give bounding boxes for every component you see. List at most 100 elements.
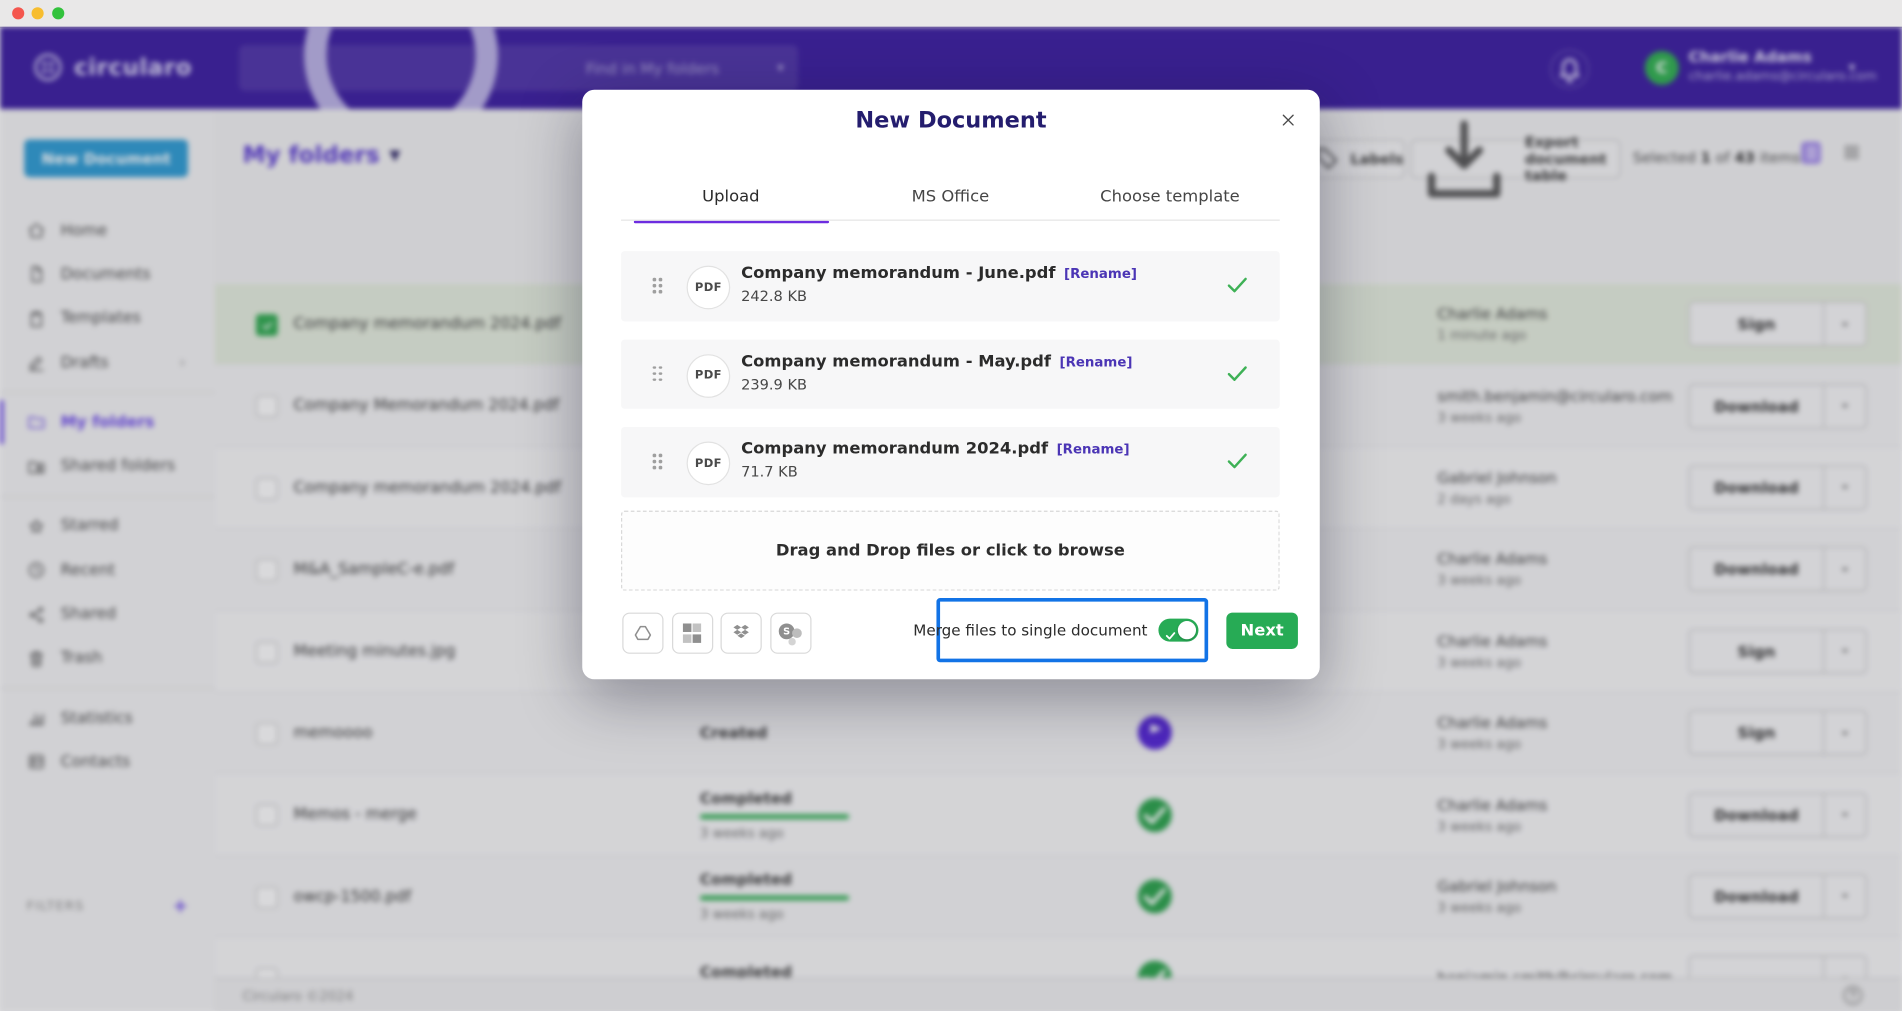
row-checkbox[interactable] bbox=[256, 723, 278, 745]
file-dropzone[interactable]: Drag and Drop files or click to browse bbox=[621, 511, 1280, 591]
new-document-button[interactable]: New Document bbox=[24, 139, 188, 177]
document-name: memoooo bbox=[294, 724, 373, 742]
table-row[interactable]: Completed benjamin.smith@circularo.com bbox=[215, 938, 1902, 978]
zoom-window-button[interactable] bbox=[52, 7, 64, 19]
row-action-caret-icon[interactable] bbox=[1824, 793, 1865, 835]
merge-toggle[interactable] bbox=[1158, 619, 1198, 642]
row-checkbox[interactable] bbox=[256, 559, 278, 581]
last-activity-cell: Charlie Adams 3 weeks ago bbox=[1437, 713, 1547, 752]
sidebar-item-documents[interactable]: Documents › bbox=[0, 253, 215, 297]
row-action-label[interactable] bbox=[1690, 957, 1823, 978]
sidebar-item-templates[interactable]: Templates › bbox=[0, 297, 215, 341]
sidebar-item-label: Shared bbox=[61, 605, 117, 623]
last-activity-cell: Charlie Adams 3 weeks ago bbox=[1437, 632, 1547, 671]
row-action-label[interactable]: Sign bbox=[1690, 712, 1823, 754]
pdf-badge-icon: PDF bbox=[687, 266, 731, 310]
sharepoint-import-button[interactable]: S bbox=[770, 613, 811, 654]
tab-choose-template[interactable]: Choose template bbox=[1060, 187, 1280, 223]
row-action-button[interactable]: Sign bbox=[1689, 302, 1867, 347]
row-action-caret-icon[interactable] bbox=[1824, 466, 1865, 508]
brand[interactable]: circularo bbox=[32, 51, 192, 84]
row-action-label[interactable]: Download bbox=[1690, 466, 1823, 508]
row-action-button[interactable]: Download bbox=[1689, 465, 1867, 510]
row-action-button[interactable]: Download bbox=[1689, 547, 1867, 592]
labels-button[interactable]: Labels bbox=[1310, 139, 1405, 178]
search-scope-caret-icon[interactable]: ▾ bbox=[778, 61, 784, 74]
next-button[interactable]: Next bbox=[1226, 613, 1298, 649]
onedrive-import-button[interactable] bbox=[671, 613, 712, 654]
row-action-button[interactable]: Download bbox=[1689, 383, 1867, 428]
minimize-window-button[interactable] bbox=[32, 7, 44, 19]
drag-handle-icon[interactable] bbox=[653, 366, 656, 369]
row-checkbox[interactable] bbox=[256, 314, 278, 336]
row-checkbox[interactable] bbox=[256, 478, 278, 500]
rename-link[interactable]: [Rename] bbox=[1060, 354, 1133, 370]
row-action-label[interactable]: Sign bbox=[1690, 303, 1823, 345]
add-filter-button[interactable]: + bbox=[173, 895, 188, 917]
row-action-caret-icon[interactable] bbox=[1824, 385, 1865, 427]
page-title[interactable]: My folders ▼ bbox=[243, 142, 401, 169]
row-checkbox[interactable] bbox=[256, 968, 278, 978]
row-action-label[interactable]: Download bbox=[1690, 548, 1823, 590]
row-action-button[interactable]: Download bbox=[1689, 792, 1867, 837]
sidebar-item-recent[interactable]: Recent › bbox=[0, 548, 215, 592]
row-action-caret-icon[interactable] bbox=[1824, 630, 1865, 672]
sidebar-item-drafts[interactable]: Drafts › bbox=[0, 341, 215, 385]
notifications-button[interactable] bbox=[1550, 50, 1589, 89]
google-drive-import-button[interactable] bbox=[622, 613, 663, 654]
contacts-icon bbox=[27, 753, 46, 772]
sidebar-item-shared[interactable]: Shared › bbox=[0, 592, 215, 636]
close-modal-button[interactable] bbox=[1279, 110, 1298, 129]
dropbox-import-button[interactable] bbox=[721, 613, 762, 654]
document-name: Memos - merge bbox=[294, 806, 417, 824]
rename-link[interactable]: [Rename] bbox=[1057, 442, 1130, 458]
sidebar-item-statistics[interactable]: Statistics › bbox=[0, 696, 215, 740]
sidebar-item-contacts[interactable]: Contacts › bbox=[0, 740, 215, 784]
row-action-label[interactable]: Sign bbox=[1690, 630, 1823, 672]
tab-upload[interactable]: Upload bbox=[621, 187, 841, 223]
close-window-button[interactable] bbox=[12, 7, 24, 19]
row-action-caret-icon[interactable] bbox=[1824, 548, 1865, 590]
grid-view-toggle[interactable] bbox=[1841, 142, 1862, 163]
row-checkbox[interactable] bbox=[256, 805, 278, 827]
file-name: Company memorandum - May.pdf bbox=[741, 351, 1051, 370]
search-input[interactable] bbox=[583, 58, 777, 79]
sidebar-item-home[interactable]: Home › bbox=[0, 209, 215, 253]
table-row[interactable]: Memos - merge Completed 3 weeks ago Char… bbox=[215, 774, 1902, 856]
file-icon bbox=[27, 265, 46, 284]
user-menu-caret-icon[interactable]: ▾ bbox=[1849, 59, 1856, 75]
sidebar-item-starred[interactable]: Starred › bbox=[0, 504, 215, 548]
row-action-caret-icon[interactable] bbox=[1824, 303, 1865, 345]
download-icon bbox=[1412, 107, 1516, 211]
row-action-label[interactable]: Download bbox=[1690, 875, 1823, 917]
drag-handle-icon[interactable] bbox=[653, 454, 656, 457]
footer-bar: Circularo ©2024 bbox=[215, 978, 1902, 1011]
table-row[interactable]: memoooo Created Charlie Adams 3 weeks ag… bbox=[215, 693, 1902, 775]
rename-link[interactable]: [Rename] bbox=[1064, 266, 1137, 282]
drag-handle-icon[interactable] bbox=[653, 278, 656, 281]
row-action-caret-icon[interactable] bbox=[1824, 712, 1865, 754]
help-button[interactable] bbox=[1841, 984, 1864, 1007]
tab-ms-office[interactable]: MS Office bbox=[841, 187, 1061, 223]
sidebar-item-shared-folders[interactable]: Shared folders › bbox=[0, 445, 215, 489]
row-action-button[interactable] bbox=[1689, 956, 1867, 978]
row-checkbox[interactable] bbox=[256, 886, 278, 908]
list-view-toggle[interactable] bbox=[1801, 142, 1820, 164]
global-search[interactable]: ▾ bbox=[239, 45, 798, 91]
table-row[interactable]: owcp-1500.pdf Completed 3 weeks ago Gabr… bbox=[215, 856, 1902, 938]
toggle-check-icon bbox=[1164, 623, 1176, 635]
sidebar-item-trash[interactable]: Trash › bbox=[0, 636, 215, 680]
row-action-button[interactable]: Download bbox=[1689, 874, 1867, 919]
row-action-button[interactable]: Sign bbox=[1689, 629, 1867, 674]
export-document-table-button[interactable]: Export document table bbox=[1411, 139, 1621, 178]
row-action-label[interactable]: Download bbox=[1690, 793, 1823, 835]
row-action-label[interactable]: Download bbox=[1690, 385, 1823, 427]
sidebar-item-my-folders[interactable]: My folders › bbox=[0, 401, 215, 445]
row-action-caret-icon[interactable] bbox=[1824, 875, 1865, 917]
row-checkbox[interactable] bbox=[256, 641, 278, 663]
avatar[interactable]: C bbox=[1645, 51, 1679, 85]
status-cell: Completed 3 weeks ago bbox=[700, 870, 849, 923]
row-checkbox[interactable] bbox=[256, 396, 278, 418]
row-action-caret-icon[interactable] bbox=[1824, 957, 1865, 978]
row-action-button[interactable]: Sign bbox=[1689, 710, 1867, 755]
